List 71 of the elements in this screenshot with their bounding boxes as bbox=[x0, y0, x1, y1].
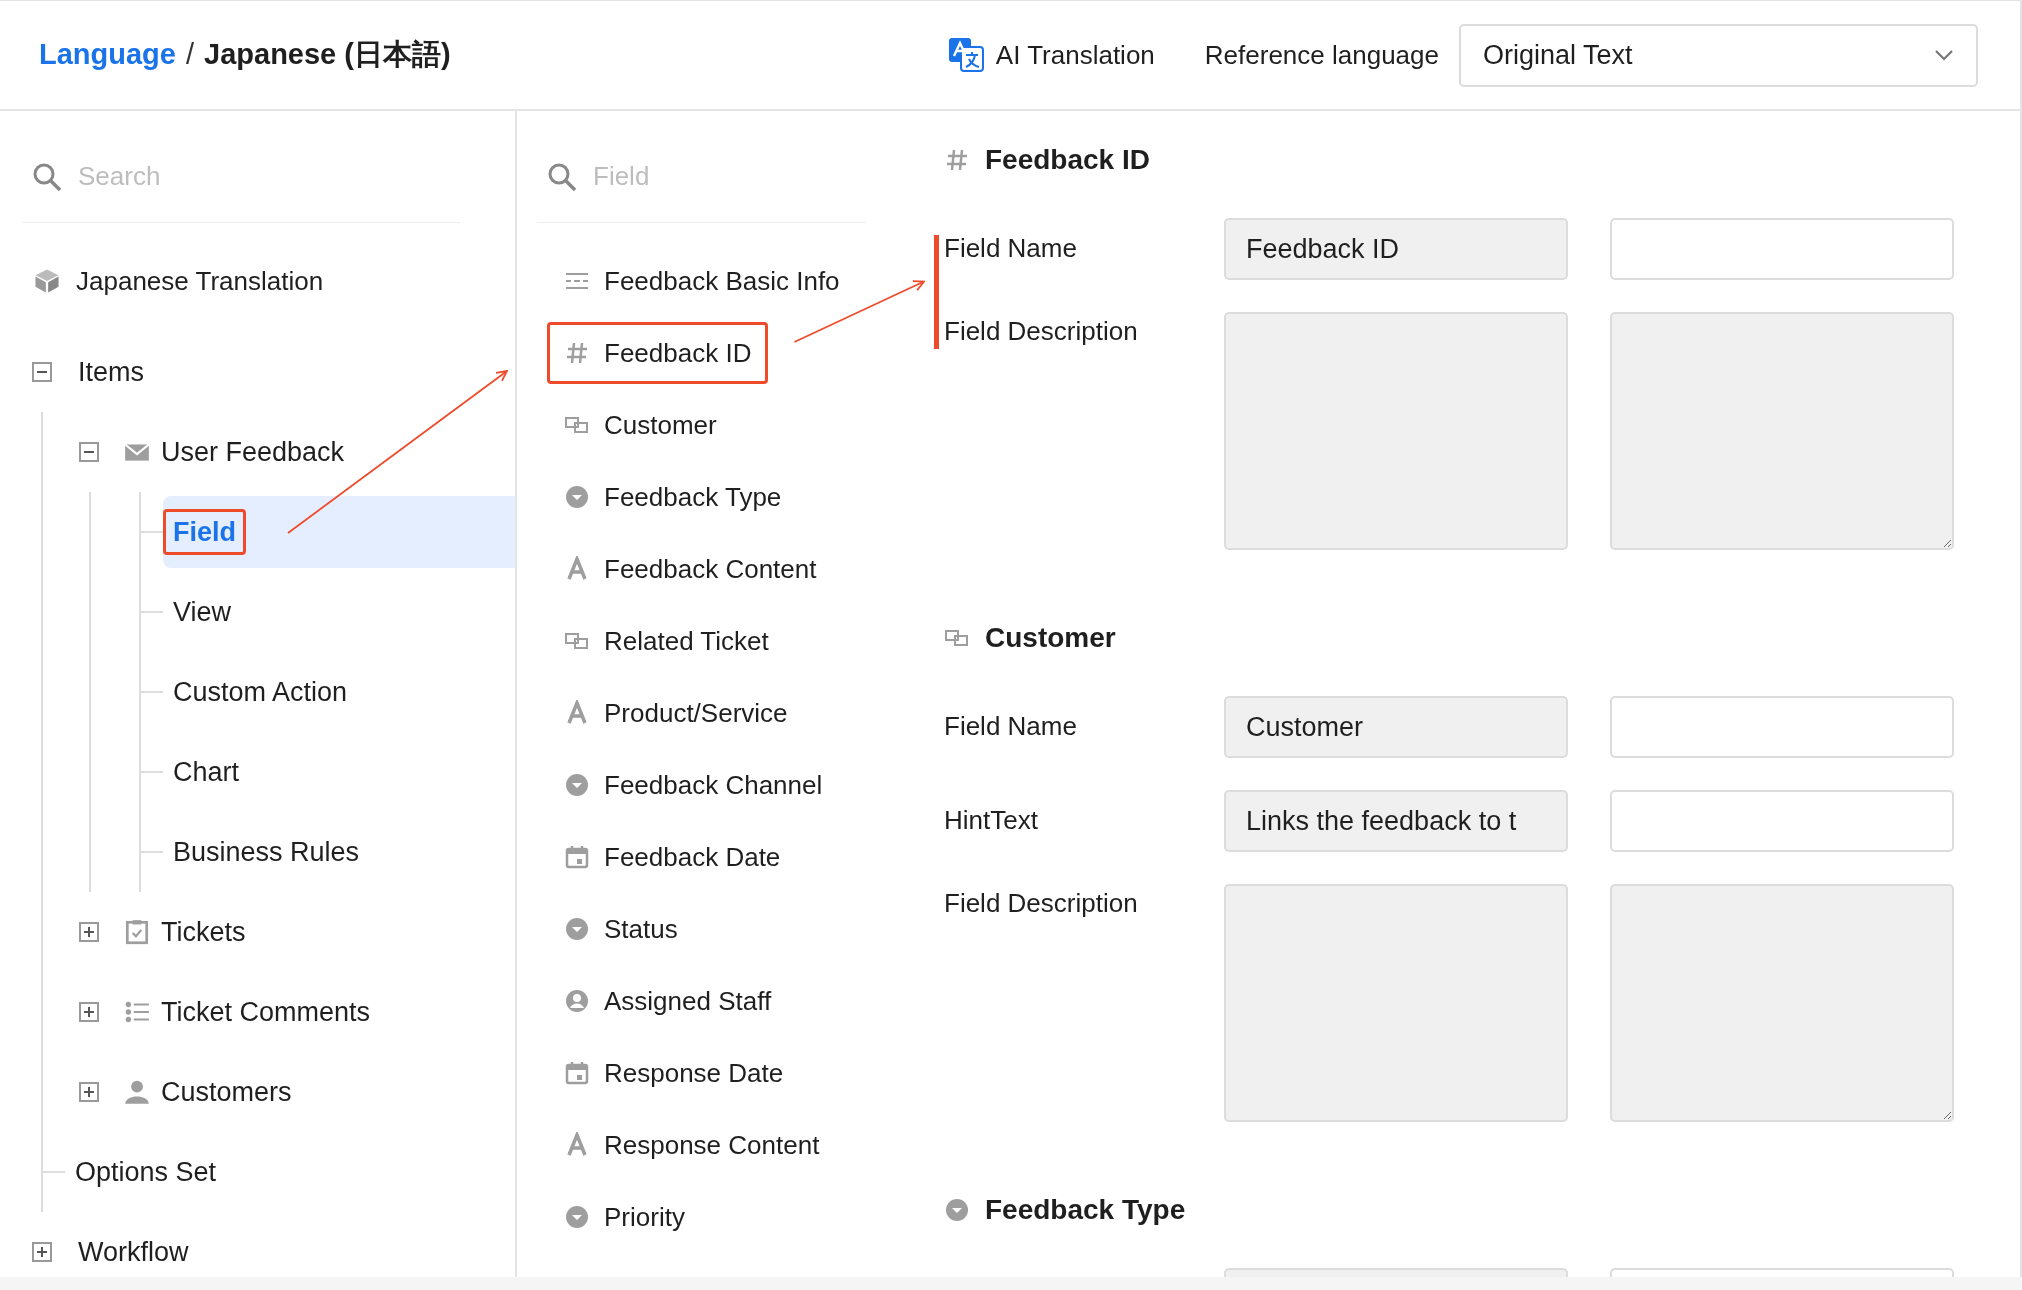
calendar-icon bbox=[564, 1060, 590, 1086]
dropdown-circle-icon bbox=[564, 484, 590, 510]
user-circle-icon bbox=[564, 988, 590, 1014]
tree-item[interactable]: Custom Action bbox=[163, 668, 358, 716]
tree-item[interactable]: Workflow bbox=[68, 1228, 199, 1276]
clipboard-icon bbox=[123, 918, 151, 946]
field-item[interactable]: Response Date bbox=[547, 1042, 801, 1104]
dropdown-circle-icon bbox=[564, 1204, 590, 1230]
ai-translation-button[interactable]: AI Translation bbox=[947, 35, 1155, 75]
translation-field[interactable] bbox=[1610, 696, 1954, 758]
reference-field: Customer bbox=[1224, 696, 1568, 758]
field-label: Field Name bbox=[944, 711, 1078, 743]
section-title: Feedback Type bbox=[985, 1193, 1186, 1227]
breadcrumb-separator: / bbox=[185, 37, 195, 73]
field-label: Field Description bbox=[944, 887, 1139, 920]
search-icon bbox=[547, 161, 577, 192]
breadcrumb-link[interactable]: Language bbox=[39, 33, 176, 77]
field-item[interactable]: Priority bbox=[547, 1186, 702, 1248]
section-title: Customer bbox=[985, 621, 1116, 655]
dropdown-circle-icon bbox=[564, 916, 590, 942]
field-item[interactable]: Feedback Content bbox=[547, 538, 834, 600]
tree-item[interactable]: User Feedback bbox=[151, 428, 355, 476]
expand-toggle[interactable] bbox=[79, 922, 99, 942]
field-item[interactable]: Feedback Type bbox=[547, 466, 799, 528]
tree-item[interactable]: Field bbox=[163, 508, 246, 556]
expand-toggle[interactable] bbox=[32, 1242, 52, 1262]
translate-icon bbox=[947, 37, 984, 73]
field-item[interactable]: Feedback ID bbox=[547, 322, 769, 384]
expand-toggle[interactable] bbox=[79, 1082, 99, 1102]
tree-item[interactable]: Items bbox=[68, 348, 154, 396]
reference-language-label: Reference language bbox=[1204, 38, 1439, 72]
field-item[interactable]: Assigned Staff bbox=[547, 970, 789, 1032]
field-item[interactable]: Product/Service bbox=[547, 682, 805, 744]
reference-language-select[interactable]: Original Text bbox=[1459, 23, 1978, 87]
hash-icon bbox=[944, 147, 970, 173]
translation-field[interactable] bbox=[1610, 790, 1954, 852]
section-title: Feedback ID bbox=[985, 143, 1150, 177]
field-item[interactable]: Feedback Date bbox=[547, 826, 798, 888]
search-field[interactable]: Search bbox=[76, 156, 460, 197]
tree-item[interactable]: View bbox=[163, 588, 242, 636]
field-label: HintText bbox=[944, 805, 1039, 837]
search-icon bbox=[32, 161, 62, 192]
dropdown-circle-icon bbox=[944, 1197, 970, 1223]
reference-field: Feedback ID bbox=[1224, 218, 1568, 280]
field-item[interactable]: Related Ticket bbox=[547, 610, 786, 672]
tree-item[interactable]: Ticket Comments bbox=[151, 988, 381, 1036]
dropdown-circle-icon bbox=[564, 772, 590, 798]
tree-item[interactable]: Business Rules bbox=[163, 828, 370, 876]
field-search[interactable]: Field bbox=[591, 156, 867, 197]
translation-field[interactable] bbox=[1610, 218, 1954, 280]
tree-item[interactable]: Options Set bbox=[65, 1148, 227, 1196]
tree-item[interactable]: Customers bbox=[151, 1068, 302, 1116]
project-title: Japanese Translation bbox=[76, 264, 324, 298]
tree-item[interactable]: Chart bbox=[163, 748, 250, 796]
field-item[interactable]: Feedback Channel bbox=[547, 754, 840, 816]
field-item[interactable]: Feedback Basic Info bbox=[547, 250, 857, 312]
tree-item[interactable]: Tickets bbox=[151, 908, 256, 956]
field-label: Field Name bbox=[944, 233, 1078, 265]
hash-icon bbox=[564, 340, 590, 366]
field-item[interactable]: Customer bbox=[547, 394, 734, 456]
field-label: Field Description bbox=[944, 315, 1139, 348]
expand-toggle[interactable] bbox=[79, 1002, 99, 1022]
collapse-toggle[interactable] bbox=[79, 442, 99, 462]
field-item[interactable]: Status bbox=[547, 898, 695, 960]
collapse-toggle[interactable] bbox=[32, 362, 52, 382]
reference-field: Links the feedback to t bbox=[1224, 790, 1568, 852]
page-title: Japanese (日本語) bbox=[204, 37, 451, 73]
person-icon bbox=[123, 1078, 151, 1106]
calendar-icon bbox=[564, 844, 590, 870]
chevron-down-icon bbox=[1934, 49, 1954, 61]
field-item[interactable]: Response Content bbox=[547, 1114, 837, 1176]
